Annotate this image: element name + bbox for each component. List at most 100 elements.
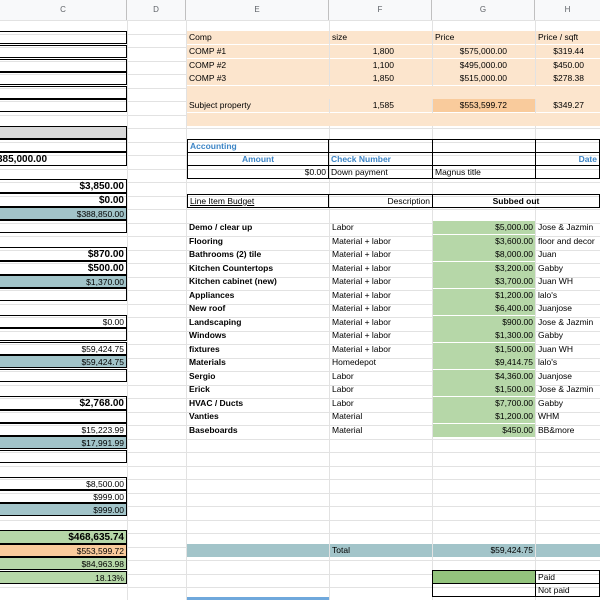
rehab-total[interactable]: $59,424.75: [0, 342, 127, 355]
budget-item-description[interactable]: Labor: [330, 221, 432, 234]
total-value[interactable]: $59,424.75: [433, 544, 535, 557]
budget-item-amount[interactable]: $1,200.00: [433, 410, 535, 423]
sale-price[interactable]: $553,599.72: [0, 544, 127, 557]
budget-empty-cell[interactable]: [433, 491, 535, 504]
budget-item-name[interactable]: Windows: [187, 329, 329, 342]
left-subtotal[interactable]: $17,991.99: [0, 436, 127, 449]
c-cell[interactable]: [0, 328, 127, 341]
date-header[interactable]: Date: [535, 152, 600, 166]
comp-size[interactable]: 1,850: [330, 72, 432, 85]
budget-item-amount[interactable]: $450.00: [433, 424, 535, 437]
comp-header[interactable]: Comp: [187, 31, 329, 44]
accounting-cell[interactable]: [535, 139, 600, 153]
budget-item-amount[interactable]: $1,500.00: [433, 383, 535, 396]
total-label[interactable]: Total: [330, 544, 432, 557]
budget-item-description[interactable]: Material + labor: [330, 262, 432, 275]
total-row-cell[interactable]: [187, 544, 329, 557]
budget-item-description[interactable]: Material + labor: [330, 275, 432, 288]
c-cell[interactable]: [0, 220, 127, 233]
left-subtotal[interactable]: $1,370.00: [0, 275, 127, 288]
purchase-subtotal[interactable]: $388,850.00: [0, 207, 127, 220]
budget-item-description[interactable]: Material: [330, 424, 432, 437]
budget-item-amount[interactable]: $6,400.00: [433, 302, 535, 315]
budget-item-vendor[interactable]: Jose & Jazmin: [536, 316, 600, 329]
price-header[interactable]: Price: [433, 31, 535, 44]
column-header-c[interactable]: C: [0, 0, 127, 20]
budget-item-name[interactable]: HVAC / Ducts: [187, 397, 329, 410]
budget-item-name[interactable]: Kitchen Countertops: [187, 262, 329, 275]
left-value[interactable]: $999.00: [0, 490, 127, 503]
not-paid-label[interactable]: Not paid: [535, 583, 600, 597]
budget-item-vendor[interactable]: Juanjose: [536, 302, 600, 315]
column-header-d[interactable]: D: [127, 0, 186, 20]
budget-item-name[interactable]: Bathrooms (2) tile: [187, 248, 329, 261]
budget-item-name[interactable]: New roof: [187, 302, 329, 315]
budget-empty-cell[interactable]: [433, 437, 535, 450]
c-cell[interactable]: [0, 410, 127, 423]
budget-item-name[interactable]: Kitchen cabinet (new): [187, 275, 329, 288]
budget-item-vendor[interactable]: WHM: [536, 410, 600, 423]
comp-price[interactable]: $575,000.00: [433, 45, 535, 58]
c-cell[interactable]: [0, 31, 127, 44]
total-cost[interactable]: $468,635.74: [0, 530, 127, 544]
accounting-cell[interactable]: [432, 152, 536, 166]
accounting-check[interactable]: Down payment: [328, 165, 433, 179]
column-header-f[interactable]: F: [329, 0, 432, 20]
comp-size[interactable]: 1,800: [330, 45, 432, 58]
budget-item-description[interactable]: Material: [330, 410, 432, 423]
total-row-cell[interactable]: [536, 544, 600, 557]
budget-item-vendor[interactable]: Jose & Jazmin: [536, 221, 600, 234]
budget-item-description[interactable]: Material + labor: [330, 329, 432, 342]
c-cell[interactable]: [0, 288, 127, 301]
description-header[interactable]: Description: [328, 194, 433, 208]
column-header-g[interactable]: G: [432, 0, 535, 20]
budget-item-description[interactable]: Homedepot: [330, 356, 432, 369]
budget-item-vendor[interactable]: Juan WH: [536, 343, 600, 356]
subbed-out-header[interactable]: Subbed out: [432, 194, 600, 208]
comps-blank-row[interactable]: [187, 86, 600, 99]
column-header-e[interactable]: E: [186, 0, 329, 20]
comps-blank-row[interactable]: [187, 113, 600, 126]
budget-item-vendor[interactable]: Juan: [536, 248, 600, 261]
budget-item-vendor[interactable]: Gabby: [536, 262, 600, 275]
check-number-header[interactable]: Check Number: [328, 152, 433, 166]
budget-item-vendor[interactable]: Juan WH: [536, 275, 600, 288]
budget-item-description[interactable]: Labor: [330, 383, 432, 396]
budget-item-name[interactable]: Appliances: [187, 289, 329, 302]
budget-item-vendor[interactable]: Juanjose: [536, 370, 600, 383]
comp-price-sqft[interactable]: $450.00: [536, 59, 600, 72]
budget-item-vendor[interactable]: floor and decor: [536, 235, 600, 248]
budget-item-vendor[interactable]: Gabby: [536, 329, 600, 342]
comp-price-sqft[interactable]: $319.44: [536, 45, 600, 58]
budget-item-amount[interactable]: $1,300.00: [433, 329, 535, 342]
c-cell[interactable]: [0, 99, 127, 112]
profit[interactable]: $84,963.98: [0, 557, 127, 570]
budget-item-description[interactable]: Labor: [330, 370, 432, 383]
c-cell[interactable]: [0, 86, 127, 99]
c-cell[interactable]: [0, 59, 127, 72]
budget-item-amount[interactable]: $9,414.75: [433, 356, 535, 369]
accounting-payee[interactable]: Magnus title: [432, 165, 536, 179]
budget-item-description[interactable]: Material + labor: [330, 316, 432, 329]
budget-item-amount[interactable]: $3,200.00: [433, 262, 535, 275]
profit-percent[interactable]: 18.13%: [0, 571, 127, 584]
amount-header[interactable]: Amount: [187, 152, 329, 166]
left-value[interactable]: $2,768.00: [0, 396, 127, 410]
budget-item-name[interactable]: Baseboards: [187, 424, 329, 437]
subject-label[interactable]: Subject property: [187, 99, 329, 112]
budget-item-name[interactable]: fixtures: [187, 343, 329, 356]
budget-empty-cell[interactable]: [433, 478, 535, 491]
budget-item-vendor[interactable]: BB&more: [536, 424, 600, 437]
comp-name[interactable]: COMP #2: [187, 59, 329, 72]
budget-item-vendor[interactable]: Gabby: [536, 397, 600, 410]
c-cell[interactable]: [0, 72, 127, 85]
not-paid-swatch[interactable]: [432, 583, 536, 597]
subject-price[interactable]: $553,599.72: [433, 99, 535, 112]
budget-item-name[interactable]: Flooring: [187, 235, 329, 248]
comp-price-sqft[interactable]: $278.38: [536, 72, 600, 85]
c-cell[interactable]: [0, 369, 127, 382]
left-value[interactable]: $15,223.99: [0, 423, 127, 436]
accounting-cell[interactable]: [328, 139, 433, 153]
accounting-title[interactable]: Accounting: [187, 139, 329, 153]
budget-item-name[interactable]: Vanties: [187, 410, 329, 423]
